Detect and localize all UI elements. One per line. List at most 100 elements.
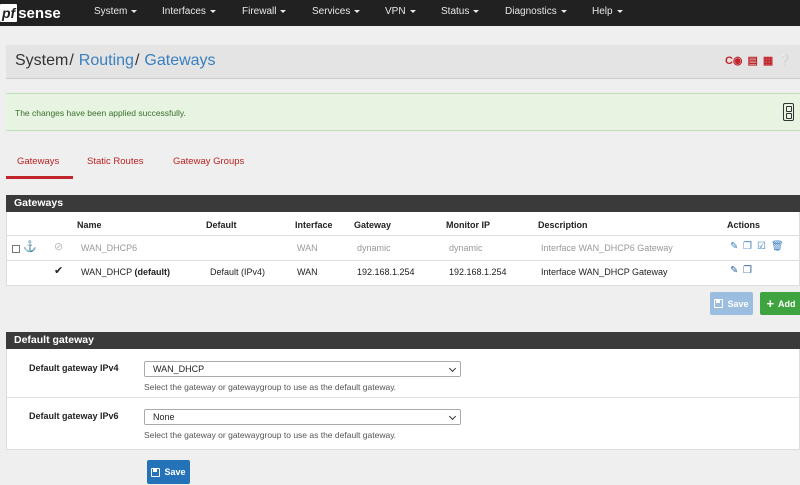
delete-trash-icon[interactable]: 🗑	[771, 242, 784, 252]
save-gateways-button[interactable]: Save	[710, 292, 753, 315]
nav-status[interactable]: Status	[441, 0, 480, 26]
row-divider	[7, 260, 800, 261]
breadcrumb-separator: /	[69, 52, 74, 69]
col-header-description: Description	[538, 220, 588, 230]
gateway-name: WAN_DHCP6	[81, 243, 138, 253]
gateway-monitor-ip: dynamic	[449, 243, 483, 253]
tab-static-routes[interactable]: Static Routes	[87, 156, 144, 167]
tab-gateways[interactable]: Gateways	[17, 156, 59, 167]
log-list-icon[interactable]: ▦	[763, 55, 773, 67]
gateway-name: WAN_DHCP	[81, 267, 133, 277]
gateways-panel-heading: Gateways	[6, 195, 800, 212]
nav-firewall[interactable]: Firewall	[242, 0, 287, 26]
nav-diagnostics-label: Diagnostics	[505, 6, 557, 17]
disabled-circle-icon: ⊘	[54, 241, 64, 253]
gateway-interface: WAN	[297, 267, 318, 277]
gateway-description: Interface WAN_DHCP Gateway	[541, 267, 668, 277]
gateway-name-cell: WAN_DHCP (default)	[81, 267, 170, 277]
success-alert: The changes have been applied successful…	[6, 93, 800, 131]
plus-icon: +	[766, 295, 775, 311]
gateway-interface: WAN	[297, 243, 318, 253]
ipv4-gateway-label: Default gateway IPv4	[29, 363, 119, 373]
add-gateway-button[interactable]: + Add	[760, 292, 800, 315]
nav-firewall-label: Firewall	[242, 6, 277, 17]
ipv4-gateway-select[interactable]: WAN_DHCP	[144, 361, 461, 377]
nav-services-label: Services	[312, 6, 351, 17]
caret-down-icon	[473, 9, 480, 13]
caret-down-icon	[280, 9, 287, 13]
breadcrumb-actions: C◉ ▤ ▦ ❔	[725, 55, 792, 67]
nav-vpn-label: VPN	[385, 6, 406, 17]
copy-icon[interactable]: ❐	[743, 266, 752, 276]
caret-down-icon	[616, 9, 623, 13]
copy-icon[interactable]: ❐	[743, 242, 752, 252]
active-tab-indicator	[6, 176, 73, 179]
breadcrumb-gateways[interactable]: Gateways	[144, 52, 215, 69]
nav-help[interactable]: Help	[592, 0, 623, 26]
col-header-monitor-ip: Monitor IP	[446, 220, 490, 230]
alert-close-icon[interactable]	[783, 103, 794, 121]
caret-down-icon	[131, 9, 138, 13]
gateway-address: dynamic	[357, 243, 391, 253]
form-divider	[7, 397, 800, 398]
row-select-checkbox[interactable]	[12, 245, 20, 253]
ipv4-gateway-value: WAN_DHCP	[153, 364, 205, 374]
nav-services[interactable]: Services	[312, 0, 361, 26]
caret-down-icon	[209, 9, 216, 13]
nav-interfaces[interactable]: Interfaces	[162, 0, 216, 26]
gateway-default-marker: (default)	[134, 267, 171, 277]
col-header-name: Name	[77, 220, 102, 230]
save-disk-icon	[714, 299, 724, 308]
nav-system[interactable]: System	[94, 0, 138, 26]
top-navbar: pf sense System Interfaces Firewall Serv…	[0, 0, 800, 26]
chevron-down-icon	[448, 364, 457, 373]
col-header-default: Default	[206, 220, 237, 230]
gateways-table: Name Default Interface Gateway Monitor I…	[6, 212, 800, 286]
edit-pencil-icon[interactable]: ✎	[730, 266, 738, 276]
chevron-down-icon	[448, 412, 457, 421]
alert-message: The changes have been applied successful…	[15, 108, 186, 118]
gateway-default: Default (IPv4)	[210, 267, 266, 277]
gateway-description: Interface WAN_DHCP6 Gateway	[541, 243, 673, 253]
nav-diagnostics[interactable]: Diagnostics	[505, 0, 567, 26]
breadcrumb: System/Routing/Gateways	[15, 52, 216, 70]
nav-status-label: Status	[441, 6, 470, 17]
add-label: Add	[778, 298, 796, 309]
save-disk-icon	[151, 467, 161, 477]
ipv6-gateway-help: Select the gateway or gatewaygroup to us…	[144, 430, 397, 440]
breadcrumb-system: System	[15, 52, 69, 69]
anchor-icon[interactable]: ⚓	[23, 242, 37, 253]
breadcrumb-separator: /	[134, 52, 140, 69]
ipv6-gateway-value: None	[153, 412, 175, 422]
bar-chart-icon[interactable]: ▤	[747, 55, 757, 67]
check-circle-icon: ✔	[54, 265, 64, 277]
save-label: Save	[164, 467, 186, 477]
nav-help-label: Help	[592, 6, 613, 17]
nav-system-label: System	[94, 6, 128, 17]
nav-vpn[interactable]: VPN	[385, 0, 416, 26]
edit-pencil-icon[interactable]: ✎	[730, 242, 738, 252]
breadcrumb-routing[interactable]: Routing	[79, 52, 134, 69]
save-default-gateway-button[interactable]: Save	[147, 460, 190, 484]
col-header-actions: Actions	[727, 220, 761, 230]
help-question-icon[interactable]: ❔	[778, 55, 792, 67]
ipv4-gateway-help: Select the gateway or gatewaygroup to us…	[144, 382, 397, 392]
gateway-monitor-ip: 192.168.1.254	[449, 267, 507, 277]
breadcrumb-bar: System/Routing/Gateways C◉ ▤ ▦ ❔	[6, 45, 800, 79]
row-divider	[7, 235, 800, 236]
default-gateway-form: Default gateway IPv4 WAN_DHCP Select the…	[6, 349, 800, 450]
caret-down-icon	[560, 9, 567, 13]
save-label: Save	[727, 298, 749, 309]
restart-service-icon[interactable]: C◉	[725, 55, 743, 67]
enable-checkbox-icon[interactable]: ☑	[757, 242, 766, 252]
default-gateway-panel-heading: Default gateway	[6, 332, 800, 349]
col-header-gateway: Gateway	[354, 220, 392, 230]
logo-pf: pf	[0, 4, 18, 22]
logo-sense: sense	[18, 4, 61, 22]
tab-gateway-groups[interactable]: Gateway Groups	[173, 156, 244, 167]
pfsense-logo[interactable]: pf sense	[0, 2, 61, 24]
ipv6-gateway-label: Default gateway IPv6	[29, 411, 119, 421]
caret-down-icon	[354, 9, 361, 13]
col-header-interface: Interface	[295, 220, 333, 230]
ipv6-gateway-select[interactable]: None	[144, 409, 461, 425]
